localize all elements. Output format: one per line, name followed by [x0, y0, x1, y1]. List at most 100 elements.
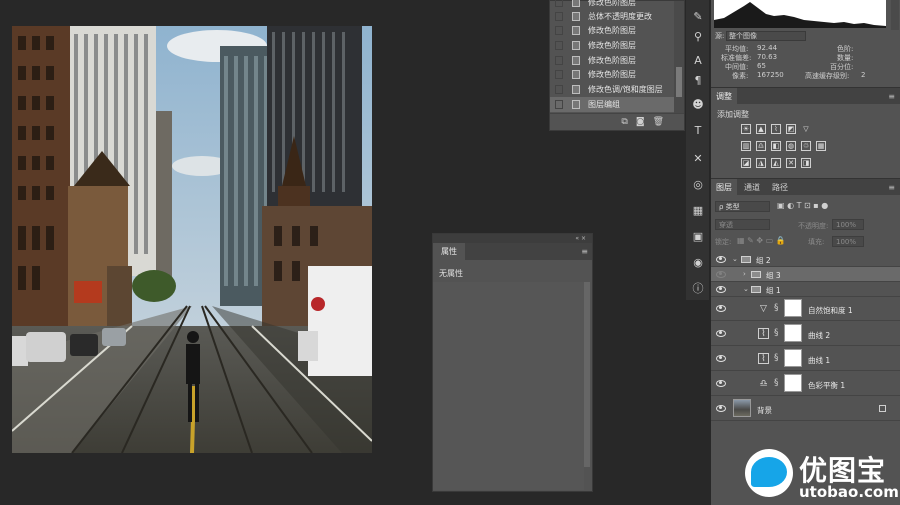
image-panel-icon[interactable]: ▣	[690, 228, 706, 244]
adjustments-menu-icon[interactable]: ≡	[888, 92, 895, 101]
trash-icon[interactable]: 🗑	[653, 117, 664, 127]
layer-mask-thumbnail[interactable]	[784, 349, 802, 367]
visibility-eye-icon[interactable]	[716, 256, 726, 263]
paragraph-icon[interactable]: ¶	[690, 72, 706, 88]
panel-collapse-bar[interactable]: « ×	[433, 234, 592, 243]
lock-icons[interactable]: ▦ ✎ ✥ ▭ 🔒	[737, 236, 786, 245]
layer-curves-2[interactable]: ⌇ § 曲线 2	[711, 322, 900, 346]
visibility-eye-icon[interactable]	[716, 355, 726, 362]
tab-paths[interactable]: 路径	[767, 179, 793, 196]
character-icon[interactable]: A	[690, 52, 706, 68]
link-icon[interactable]: §	[774, 328, 779, 338]
history-snapshot-checkbox[interactable]	[555, 85, 563, 94]
tools-cross-icon[interactable]: ✕	[690, 150, 706, 166]
type-panel-icon[interactable]: T	[690, 122, 706, 138]
history-item[interactable]: 修改色阶图层	[550, 23, 674, 38]
vibrance-icon[interactable]: ▽	[801, 124, 811, 134]
fill-input[interactable]: 100%	[832, 236, 864, 247]
history-state-icon	[572, 70, 580, 79]
history-item[interactable]: 修改色阶图层	[550, 67, 674, 82]
link-icon[interactable]: §	[774, 303, 779, 313]
layer-background[interactable]: 背景	[711, 397, 900, 421]
layer-thumbnail[interactable]	[733, 399, 751, 417]
lock-icon[interactable]	[879, 405, 886, 412]
color-balance-icon[interactable]: ♎	[756, 141, 766, 151]
history-snapshot-checkbox[interactable]	[555, 12, 563, 21]
new-document-from-state-icon[interactable]: ⧉	[621, 117, 627, 127]
black-white-icon[interactable]: ◧	[771, 141, 781, 151]
history-item-selected[interactable]: 图层编组	[550, 97, 674, 112]
history-snapshot-checkbox[interactable]	[555, 56, 563, 65]
posterize-icon[interactable]: ◮	[756, 158, 766, 168]
chevron-down-icon[interactable]: ⌄	[732, 255, 738, 263]
brightness-contrast-icon[interactable]: ☀	[741, 124, 751, 134]
history-scrollbar[interactable]	[674, 1, 684, 113]
tab-channels[interactable]: 通道	[739, 179, 765, 196]
hue-saturation-icon[interactable]: ▥	[741, 141, 751, 151]
history-snapshot-checkbox[interactable]	[555, 100, 563, 109]
adjust-icon[interactable]: ⚲	[690, 28, 706, 44]
histogram-curve	[714, 2, 886, 28]
layers-menu-icon[interactable]: ≡	[888, 183, 895, 192]
layer-curves-1[interactable]: ⌇ § 曲线 1	[711, 347, 900, 371]
history-snapshot-checkbox[interactable]	[555, 26, 563, 35]
color-lookup-icon[interactable]: ▦	[816, 141, 826, 151]
visibility-eye-icon[interactable]	[716, 286, 726, 293]
history-item[interactable]: 总体不透明度更改	[550, 9, 674, 24]
selective-color-icon[interactable]: ✕	[786, 158, 796, 168]
collapse-icon[interactable]: « ×	[575, 235, 586, 242]
exposure-icon[interactable]: ◩	[786, 124, 796, 134]
curves-icon[interactable]: ⌇	[771, 124, 781, 134]
tab-adjustments[interactable]: 调整	[711, 88, 737, 105]
chevron-right-icon[interactable]: ›	[743, 270, 746, 278]
history-snapshot-checkbox[interactable]	[555, 41, 563, 50]
properties-scrollbar[interactable]	[584, 282, 590, 467]
histogram-scrollbar[interactable]	[891, 0, 899, 30]
opacity-input[interactable]: 100%	[832, 219, 864, 230]
adjustments-tabbar: 调整 ≡	[711, 87, 900, 105]
layer-vibrance[interactable]: ▽ § 自然饱和度 1	[711, 297, 900, 321]
portrait-icon[interactable]: ☻	[690, 96, 706, 112]
layer-comps-icon[interactable]: ◉	[690, 254, 706, 270]
threshold-icon[interactable]: ◭	[771, 158, 781, 168]
visibility-eye-icon[interactable]	[716, 330, 726, 337]
layer-mask-thumbnail[interactable]	[784, 374, 802, 392]
history-item[interactable]: 修改色阶图层	[550, 53, 674, 68]
invert-icon[interactable]: ◪	[741, 158, 751, 168]
document-canvas[interactable]	[12, 26, 372, 453]
layer-group-3[interactable]: › 组 3	[711, 267, 900, 282]
visibility-eye-icon[interactable]	[716, 271, 726, 278]
layer-group-2[interactable]: ⌄ 组 2	[711, 252, 900, 267]
panel-menu-icon[interactable]: ≡	[581, 247, 588, 256]
info-icon[interactable]: ⓘ	[690, 280, 706, 296]
history-item-label: 修改色阶图层	[588, 41, 636, 50]
layer-mask-thumbnail[interactable]	[784, 324, 802, 342]
visibility-eye-icon[interactable]	[716, 305, 726, 312]
brush-icon[interactable]: ✎	[690, 8, 706, 24]
tab-layers[interactable]: 图层	[711, 179, 737, 196]
levels-icon[interactable]: ▲	[756, 124, 766, 134]
layer-filter-select[interactable]: ρ 类型	[715, 201, 770, 212]
eye-panel-icon[interactable]: ◎	[690, 176, 706, 192]
chevron-down-icon[interactable]: ⌄	[743, 285, 749, 293]
history-snapshot-checkbox[interactable]	[555, 0, 563, 7]
link-icon[interactable]: §	[774, 353, 779, 363]
layer-color-balance[interactable]: ♎ § 色彩平衡 1	[711, 372, 900, 396]
tab-properties[interactable]: 属性	[433, 243, 465, 260]
layer-group-1[interactable]: ⌄ 组 1	[711, 282, 900, 297]
channel-mixer-icon[interactable]: ♲	[801, 141, 811, 151]
photo-filter-icon[interactable]: ◍	[786, 141, 796, 151]
history-item[interactable]: 修改色阶图层	[550, 38, 674, 53]
visibility-eye-icon[interactable]	[716, 380, 726, 387]
grid-icon[interactable]: ▦	[690, 202, 706, 218]
history-scroll-thumb[interactable]	[676, 67, 682, 97]
layer-mask-thumbnail[interactable]	[784, 299, 802, 317]
history-item[interactable]: 修改色调/饱和度图层	[550, 82, 674, 97]
visibility-eye-icon[interactable]	[716, 405, 726, 412]
link-icon[interactable]: §	[774, 378, 779, 388]
layer-filter-icons[interactable]: ▣ ◐ T ⊡ ▪ ●	[777, 201, 828, 210]
gradient-map-icon[interactable]: ◨	[801, 158, 811, 168]
blend-mode-select[interactable]: 穿透	[715, 219, 770, 230]
camera-snapshot-icon[interactable]: ◙	[636, 117, 645, 127]
history-snapshot-checkbox[interactable]	[555, 70, 563, 79]
